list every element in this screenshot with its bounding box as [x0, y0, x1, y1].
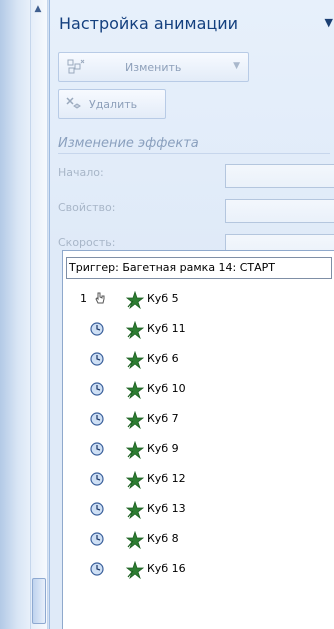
- speed-label: Скорость:: [58, 236, 116, 249]
- clock-icon: [90, 412, 104, 426]
- effect-list-item[interactable]: Куб 16: [63, 555, 333, 585]
- property-label: Свойство:: [58, 201, 116, 214]
- effect-list-item[interactable]: Куб 7: [63, 405, 333, 435]
- remove-effect-icon: [65, 95, 85, 113]
- delete-effect-button[interactable]: Удалить: [58, 89, 166, 119]
- delete-button-label: Удалить: [89, 97, 138, 111]
- effect-target-name: Куб 7: [147, 412, 179, 425]
- clock-icon: [90, 352, 104, 366]
- clock-icon: [90, 532, 104, 546]
- effect-target-name: Куб 12: [147, 472, 186, 485]
- effect-list-item[interactable]: Куб 8: [63, 525, 333, 555]
- effect-list-item[interactable]: Куб 10: [63, 375, 333, 405]
- effect-list-item[interactable]: 1 Куб 5: [63, 285, 333, 315]
- effect-target-name: Куб 9: [147, 442, 179, 455]
- animation-effect-list[interactable]: Триггер: Багетная рамка 14: СТАРТ 1 Куб 5…: [62, 250, 334, 629]
- green-star-effect-icon: [126, 501, 144, 519]
- effect-list-item[interactable]: Куб 12: [63, 465, 333, 495]
- pane-menu-dropdown-icon[interactable]: ▼: [325, 16, 333, 29]
- effect-target-name: Куб 8: [147, 532, 179, 545]
- green-star-effect-icon: [126, 291, 144, 309]
- start-label: Начало:: [58, 166, 104, 179]
- trigger-header[interactable]: Триггер: Багетная рамка 14: СТАРТ: [66, 257, 332, 279]
- effect-target-name: Куб 6: [147, 352, 179, 365]
- effect-target-name: Куб 16: [147, 562, 186, 575]
- property-field[interactable]: [225, 199, 334, 223]
- green-star-effect-icon: [126, 471, 144, 489]
- green-star-effect-icon: [126, 381, 144, 399]
- effect-target-name: Куб 13: [147, 502, 186, 515]
- clock-icon: [90, 442, 104, 456]
- green-star-effect-icon: [126, 351, 144, 369]
- clock-icon: [90, 502, 104, 516]
- clock-icon: [90, 382, 104, 396]
- green-star-effect-icon: [126, 531, 144, 549]
- clock-icon: [90, 322, 104, 336]
- green-star-effect-icon: [126, 441, 144, 459]
- green-star-effect-icon: [126, 411, 144, 429]
- mouse-hand-icon: [93, 292, 107, 306]
- effect-list-item[interactable]: Куб 9: [63, 435, 333, 465]
- effect-order-number: 1: [80, 292, 87, 305]
- add-effect-icon: [67, 58, 87, 76]
- effect-list-item[interactable]: Куб 6: [63, 345, 333, 375]
- custom-animation-pane: Настройка анимации ▼ Изменить ▼ Удалить …: [49, 0, 334, 629]
- effect-list-item[interactable]: Куб 11: [63, 315, 333, 345]
- green-star-effect-icon: [126, 321, 144, 339]
- clock-icon: [90, 472, 104, 486]
- vertical-scrollbar[interactable]: [30, 0, 48, 629]
- chevron-down-icon: ▼: [233, 61, 240, 71]
- green-star-effect-icon: [126, 561, 144, 579]
- effect-target-name: Куб 5: [147, 292, 179, 305]
- modify-effect-header: Изменение эффекта: [58, 136, 330, 154]
- effect-list-item[interactable]: Куб 13: [63, 495, 333, 525]
- scroll-up-arrow-icon[interactable]: ▲: [30, 0, 46, 18]
- effect-target-name: Куб 10: [147, 382, 186, 395]
- change-button-label: Изменить: [125, 60, 182, 74]
- scrollbar-thumb[interactable]: [32, 578, 46, 624]
- effect-target-name: Куб 11: [147, 322, 186, 335]
- change-effect-button[interactable]: Изменить ▼: [58, 52, 249, 82]
- start-field[interactable]: [225, 164, 334, 188]
- clock-icon: [90, 562, 104, 576]
- pane-title: Настройка анимации: [59, 14, 239, 33]
